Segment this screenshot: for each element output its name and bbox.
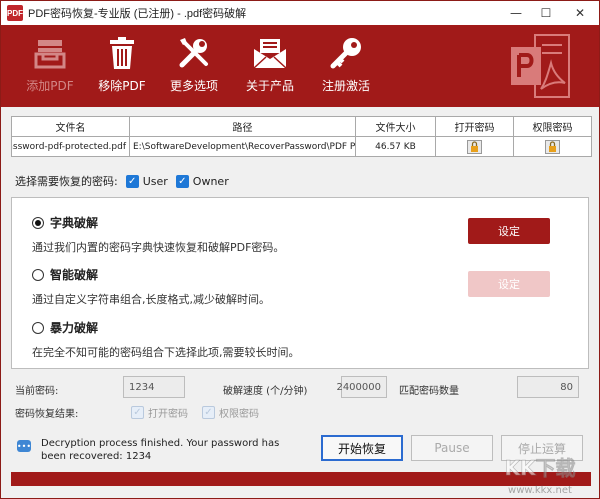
toolbar: 添加PDF 移除PDF 更多选项 关于产品 注册激活 bbox=[1, 25, 599, 107]
dictionary-attack-radio[interactable] bbox=[32, 216, 44, 229]
pdf-logo-icon bbox=[507, 33, 577, 99]
close-button[interactable]: ✕ bbox=[561, 1, 599, 25]
app-window: PDF PDF密码恢复-专业版 (已注册) - .pdf密码破解 — ☐ ✕ 添… bbox=[0, 0, 600, 499]
smart-attack-option[interactable]: 智能破解 通过自定义字符串组合,长度格式,减少破解时间。 bbox=[32, 266, 270, 307]
user-checkbox[interactable]: ✓ bbox=[125, 174, 139, 188]
watermark-brand: KK下载 bbox=[505, 456, 576, 480]
result-permission-checkbox: ✓ bbox=[202, 406, 215, 419]
password-select-row: 选择需要恢复的密码: ✓ User ✓ Owner bbox=[15, 173, 229, 189]
brute-force-desc: 在完全不知可能的密码组合下选择此项,需要较长时间。 bbox=[32, 346, 300, 359]
more-options-button[interactable]: 更多选项 bbox=[159, 35, 229, 94]
cell-path: E:\SoftwareDevelopment\RecoverPassword\P… bbox=[129, 136, 356, 157]
pause-button[interactable]: Pause bbox=[411, 435, 493, 461]
recovery-result-row: 密码恢复结果: ✓ 打开密码 ✓ 权限密码 bbox=[15, 405, 265, 420]
title-bar: PDF PDF密码恢复-专业版 (已注册) - .pdf密码破解 — ☐ ✕ bbox=[1, 1, 599, 25]
key-icon bbox=[311, 35, 381, 71]
more-options-label: 更多选项 bbox=[169, 79, 218, 93]
add-pdf-button[interactable]: 添加PDF bbox=[15, 35, 85, 94]
current-password-label: 当前密码: bbox=[15, 386, 59, 397]
owner-checkbox[interactable]: ✓ bbox=[175, 174, 189, 188]
open-password-lock-button[interactable] bbox=[467, 139, 482, 154]
watermark-url: www.kkx.net bbox=[508, 485, 572, 496]
dictionary-attack-option[interactable]: 字典破解 通过我们内置的密码字典快速恢复和破解PDF密码。 bbox=[32, 214, 284, 255]
maximize-button[interactable]: ☐ bbox=[531, 1, 561, 25]
minimize-button[interactable]: — bbox=[501, 1, 531, 25]
speed-field: 2400000 bbox=[336, 376, 387, 398]
col-header-size[interactable]: 文件大小 bbox=[355, 116, 436, 137]
remove-pdf-button[interactable]: 移除PDF bbox=[87, 35, 157, 94]
dictionary-attack-desc: 通过我们内置的密码字典快速恢复和破解PDF密码。 bbox=[32, 241, 285, 254]
register-label: 注册激活 bbox=[321, 79, 370, 93]
file-table: 文件名 路径 文件大小 打开密码 权限密码 password-pdf-prote… bbox=[11, 116, 592, 157]
recovery-result-label: 密码恢复结果: bbox=[15, 409, 79, 420]
dictionary-attack-title[interactable]: 字典破解 bbox=[50, 214, 98, 231]
tray-add-icon bbox=[15, 35, 85, 71]
about-button[interactable]: 关于产品 bbox=[235, 35, 305, 94]
cell-open-password bbox=[435, 136, 514, 157]
smart-settings-button[interactable]: 设定 bbox=[468, 271, 550, 297]
lock-icon bbox=[549, 140, 556, 152]
speed-label: 破解速度 (个/分钟) bbox=[223, 386, 308, 397]
password-select-label: 选择需要恢复的密码: bbox=[15, 175, 118, 188]
smart-attack-title[interactable]: 智能破解 bbox=[50, 266, 98, 283]
current-password-field: 1234 bbox=[123, 376, 185, 398]
permission-password-lock-button[interactable] bbox=[545, 139, 560, 154]
matched-count-label: 匹配密码数量 bbox=[399, 386, 459, 397]
col-header-open-password[interactable]: 打开密码 bbox=[435, 116, 514, 137]
col-header-filename[interactable]: 文件名 bbox=[11, 116, 130, 137]
lock-icon bbox=[471, 140, 478, 152]
table-header-row: 文件名 路径 文件大小 打开密码 权限密码 bbox=[11, 116, 592, 137]
app-icon: PDF bbox=[7, 5, 23, 21]
register-button[interactable]: 注册激活 bbox=[311, 35, 381, 94]
cell-permission-password bbox=[513, 136, 592, 157]
remove-pdf-label: 移除PDF bbox=[98, 79, 146, 93]
about-label: 关于产品 bbox=[245, 79, 294, 93]
user-checkbox-label[interactable]: User bbox=[143, 175, 168, 188]
brute-force-radio[interactable] bbox=[32, 321, 44, 334]
col-header-permission-password[interactable]: 权限密码 bbox=[513, 116, 592, 137]
attack-options-panel: 字典破解 通过我们内置的密码字典快速恢复和破解PDF密码。 设定 智能破解 通过… bbox=[11, 197, 589, 369]
tools-icon bbox=[159, 35, 229, 71]
start-recovery-button[interactable]: 开始恢复 bbox=[321, 435, 403, 461]
col-header-path[interactable]: 路径 bbox=[129, 116, 356, 137]
table-row[interactable]: password-pdf-protected.pdf E:\SoftwareDe… bbox=[11, 136, 592, 157]
matched-count-field: 80 bbox=[517, 376, 579, 398]
envelope-icon bbox=[235, 35, 305, 71]
window-title: PDF密码恢复-专业版 (已注册) - .pdf密码破解 bbox=[28, 8, 247, 20]
status-message: Decryption process finished. Your passwo… bbox=[41, 438, 280, 462]
brute-force-option[interactable]: 暴力破解 在完全不知可能的密码组合下选择此项,需要较长时间。 bbox=[32, 319, 300, 360]
chat-bubble-icon: ••• bbox=[16, 440, 32, 452]
add-pdf-label: 添加PDF bbox=[26, 79, 74, 93]
owner-checkbox-label[interactable]: Owner bbox=[193, 175, 229, 188]
result-permission-label: 权限密码 bbox=[219, 409, 259, 420]
result-open-label: 打开密码 bbox=[148, 409, 188, 420]
kk-watermark-logo: KK下载 www.kkx.net bbox=[495, 449, 585, 497]
trash-icon bbox=[87, 35, 157, 71]
cell-size: 46.57 KB bbox=[355, 136, 436, 157]
cell-filename: password-pdf-protected.pdf bbox=[11, 136, 130, 157]
brute-force-title[interactable]: 暴力破解 bbox=[50, 319, 98, 336]
window-controls: — ☐ ✕ bbox=[501, 1, 599, 25]
result-open-checkbox: ✓ bbox=[131, 406, 144, 419]
dictionary-settings-button[interactable]: 设定 bbox=[468, 218, 550, 244]
smart-attack-radio[interactable] bbox=[32, 268, 44, 281]
smart-attack-desc: 通过自定义字符串组合,长度格式,减少破解时间。 bbox=[32, 293, 270, 306]
